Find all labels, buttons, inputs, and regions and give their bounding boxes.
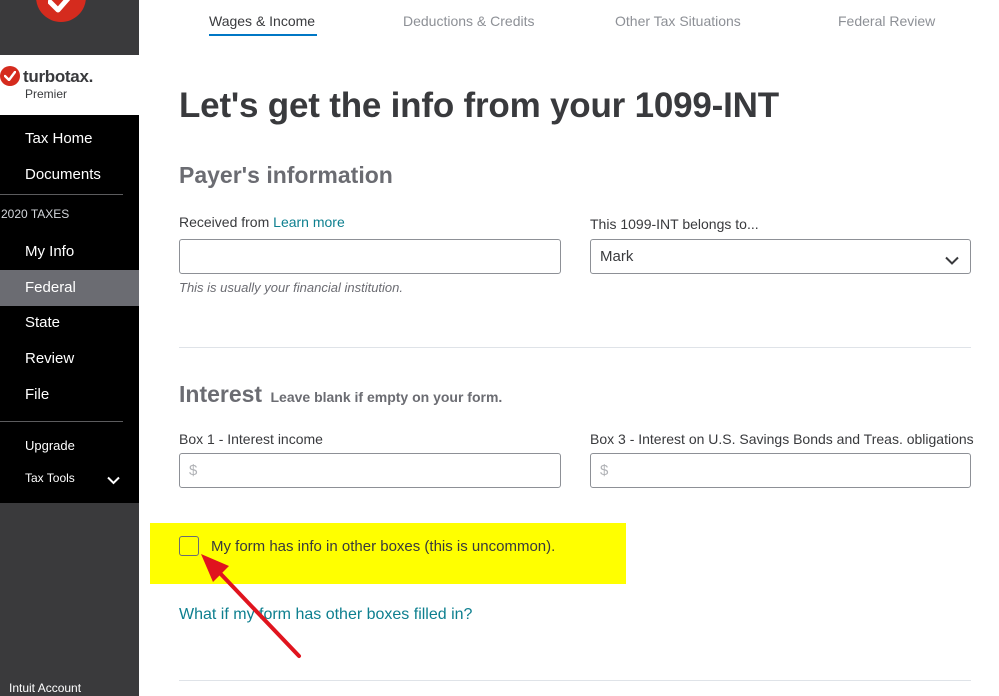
- received-from-helper: This is usually your financial instituti…: [179, 280, 403, 295]
- sidebar-divider: [0, 421, 123, 422]
- learn-more-link[interactable]: Learn more: [273, 214, 345, 230]
- received-from-label: Received from Learn more: [179, 214, 345, 230]
- received-from-text: Received from: [179, 214, 270, 230]
- sidebar-item-file[interactable]: File: [0, 377, 139, 413]
- tab-wages-income[interactable]: Wages & Income: [209, 13, 315, 29]
- sidebar-item-review[interactable]: Review: [0, 341, 139, 377]
- sidebar-item-federal[interactable]: Federal: [0, 270, 139, 306]
- sidebar-item-tax-home[interactable]: Tax Home: [0, 121, 139, 157]
- box3-label: Box 3 - Interest on U.S. Savings Bonds a…: [590, 431, 974, 447]
- sidebar: turbotax. Premier Tax Home Documents 202…: [0, 0, 139, 696]
- brand-name: turbotax.: [23, 67, 94, 86]
- sidebar-header: [0, 0, 139, 55]
- belongs-to-select[interactable]: Mark: [590, 239, 971, 274]
- chevron-down-icon[interactable]: [107, 472, 120, 490]
- intuit-account-link[interactable]: Intuit Account: [9, 681, 81, 695]
- received-from-input[interactable]: [179, 239, 561, 274]
- sidebar-section-label: 2020 TAXES: [1, 207, 70, 221]
- box3-savings-bonds-input[interactable]: [590, 453, 971, 488]
- sidebar-item-my-info[interactable]: My Info: [0, 234, 139, 270]
- checkmark-circle-icon: [0, 66, 20, 86]
- box1-label: Box 1 - Interest income: [179, 431, 323, 447]
- sidebar-divider: [0, 194, 123, 195]
- active-tab-indicator: [209, 34, 317, 36]
- page-title: Let's get the info from your 1099-INT: [179, 86, 779, 125]
- sidebar-item-state[interactable]: State: [0, 305, 139, 341]
- sidebar-footer: [0, 503, 139, 696]
- payer-section-title: Payer's information: [179, 162, 393, 188]
- belongs-to-label: This 1099-INT belongs to...: [590, 216, 759, 232]
- sidebar-item-documents[interactable]: Documents: [0, 157, 139, 193]
- belongs-to-value: Mark: [600, 248, 634, 265]
- section-divider: [179, 347, 971, 348]
- section-divider: [179, 680, 971, 681]
- interest-section-title: Interest Leave blank if empty on your fo…: [179, 381, 502, 408]
- interest-note: Leave blank if empty on your form.: [270, 389, 503, 405]
- box1-interest-input[interactable]: [179, 453, 561, 488]
- interest-title: Interest: [179, 381, 263, 407]
- tab-deductions-credits[interactable]: Deductions & Credits: [403, 13, 535, 29]
- red-arrow-icon: [201, 554, 301, 658]
- turbotax-checkmark-icon[interactable]: [36, 0, 86, 22]
- sidebar-item-upgrade[interactable]: Upgrade: [0, 428, 139, 464]
- brand-logo[interactable]: turbotax. Premier: [0, 55, 139, 115]
- brand-edition: Premier: [25, 87, 68, 101]
- tab-federal-review[interactable]: Federal Review: [838, 13, 935, 29]
- chevron-down-icon: [945, 252, 959, 270]
- tab-other-tax-situations[interactable]: Other Tax Situations: [615, 13, 741, 29]
